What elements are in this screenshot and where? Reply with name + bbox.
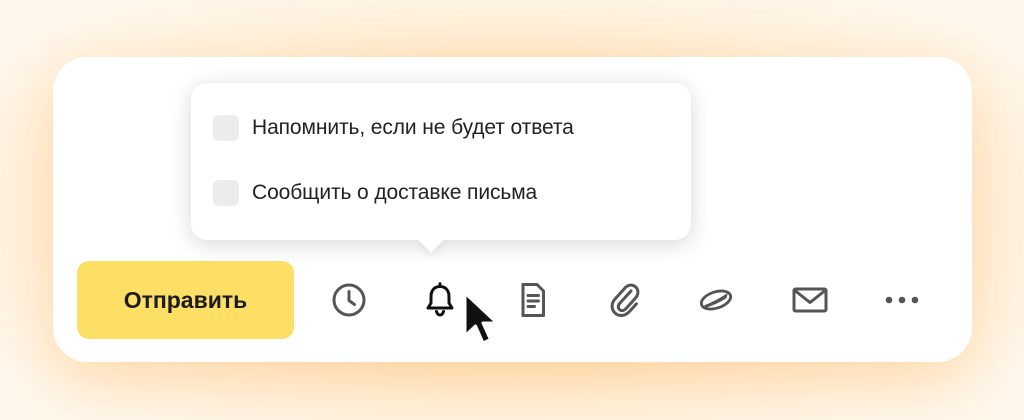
remind-no-reply-label: Напомнить, если не будет ответа — [252, 116, 574, 139]
delivery-notice-checkbox[interactable] — [213, 180, 239, 206]
remind-no-reply-option[interactable]: Напомнить, если не будет ответа — [213, 113, 574, 143]
clock-icon — [332, 283, 366, 317]
attach-from-disk-button[interactable] — [696, 280, 736, 320]
send-button[interactable]: Отправить — [77, 261, 294, 339]
mail-attachment-button[interactable] — [790, 280, 830, 320]
delivery-notice-option[interactable]: Сообщить о доставке письма — [213, 178, 537, 208]
document-icon — [521, 283, 545, 317]
templates-button[interactable] — [513, 280, 553, 320]
reminder-button[interactable] — [420, 280, 460, 320]
delivery-notice-label: Сообщить о доставке письма — [252, 181, 538, 204]
remind-no-reply-checkbox[interactable] — [213, 115, 239, 141]
schedule-send-button[interactable] — [329, 280, 369, 320]
more-icon — [885, 296, 919, 304]
paperclip-icon — [610, 283, 640, 317]
more-options-button[interactable] — [882, 280, 922, 320]
reminder-popup: Напомнить, если не будет ответа Сообщить… — [191, 83, 691, 240]
bell-icon — [426, 282, 454, 317]
envelope-icon — [792, 287, 828, 313]
disk-icon — [699, 289, 733, 311]
attach-file-button[interactable] — [605, 280, 645, 320]
